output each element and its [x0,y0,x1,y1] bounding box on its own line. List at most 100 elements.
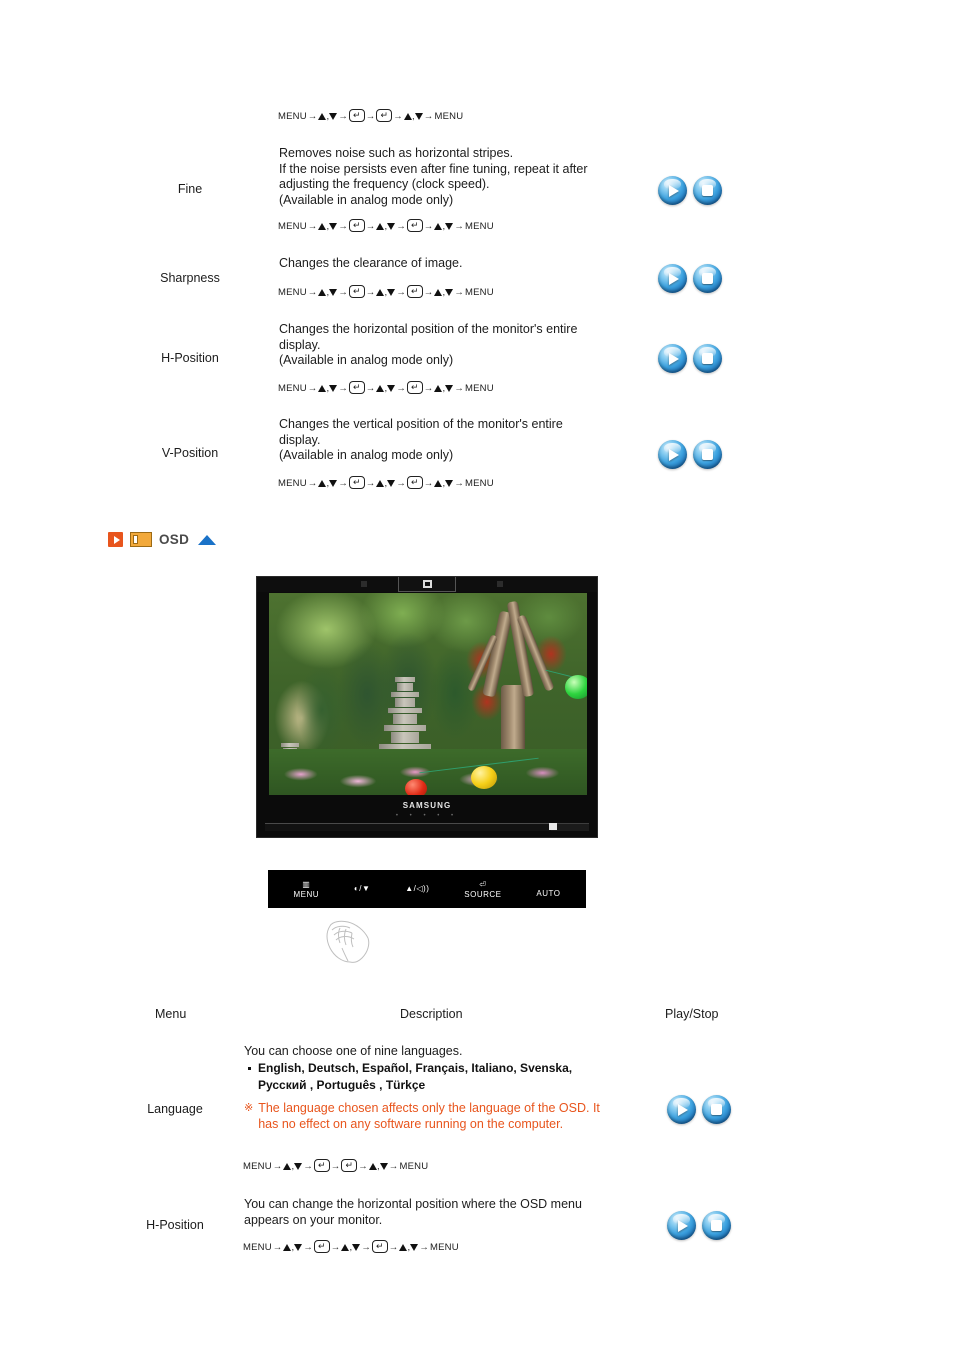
play-button[interactable] [667,1095,696,1124]
source-button[interactable]: ⏎ SOURCE [464,880,501,899]
enter-key-icon: ↵ [349,381,365,394]
row-label-v-position: V-Position [161,446,219,460]
source-enter-icon: ⏎ [479,879,487,889]
volume-up-icon: ▲/◁)) [405,884,430,893]
enter-key-icon: ↵ [349,476,365,489]
menu-button[interactable]: ▥ MENU [293,880,319,899]
go-to-top-icon[interactable] [198,534,217,545]
stop-icon [693,176,722,205]
row-label-h-position: H-Position [161,351,219,365]
play-stop-controls-language [667,1095,731,1124]
brightness-down-icon: ◐/▼ [353,884,371,893]
lantern-red [405,779,427,795]
brightness-down-button[interactable]: ◐/▼ [354,884,370,894]
play-stop-controls-osd-h-position [667,1211,731,1240]
stop-button[interactable] [693,176,722,205]
nav-menu-label: MENU [243,1161,272,1172]
play-icon [658,440,687,469]
stop-button[interactable] [693,264,722,293]
nav-menu-label: MENU [465,383,494,394]
arrow-down-icon [414,113,423,120]
language-warning: ※ The language chosen affects only the l… [244,1101,644,1132]
play-icon [658,344,687,373]
nav-menu-label: MENU [278,221,307,232]
table-header-menu: Menu [155,1007,187,1021]
monitor-brand-logo: SAMSUNG [402,801,452,810]
stop-icon [693,264,722,293]
volume-up-button[interactable]: ▲/◁)) [405,884,429,894]
nav-menu-label: MENU [278,111,307,122]
nav-sequence-v-position: MENU→, → ↵ →, → ↵ →, →MENU [278,476,494,489]
nav-menu-label: MENU [465,287,494,298]
stop-icon [693,344,722,373]
enter-key-icon: ↵ [349,109,365,122]
row-description-sharpness: Changes the clearance of image. [279,256,463,270]
play-button[interactable] [667,1211,696,1240]
enter-key-icon: ↵ [341,1159,358,1172]
enter-key-icon: ↵ [407,381,423,394]
osd-section-title: OSD [159,532,190,547]
screen-photo [269,593,587,795]
nav-sequence-lead: MENU→, → ↵ → ↵ →, →MENU [278,109,464,122]
table-header-description: Description [400,1007,463,1021]
nav-menu-label: MENU [243,1242,272,1253]
enter-key-icon: ↵ [407,285,423,298]
arrow-up-icon [368,1163,377,1170]
play-stop-controls-v-position [658,440,722,469]
play-icon [658,264,687,293]
bullet-icon [248,1067,251,1070]
nav-menu-label: MENU [465,221,494,232]
nav-sequence-sharpness: MENU→, → ↵ →, → ↵ →, →MENU [278,285,494,298]
stop-button[interactable] [702,1095,731,1124]
nav-sequence-osd-h-position: MENU→, → ↵ →, → ↵ →, →MENU [243,1240,459,1253]
source-button-label: SOURCE [464,889,502,899]
reference-mark-icon: ※ [244,1102,254,1114]
menu-grid-icon: ▥ [302,879,311,889]
stop-icon [693,440,722,469]
stop-button[interactable] [702,1211,731,1240]
row-description-osd-h-position: You can change the horizontal position w… [244,1197,582,1227]
monitor-screen [269,593,587,795]
language-warning-text: The language chosen affects only the lan… [258,1101,600,1131]
lantern-yellow [471,766,497,789]
monitor-control-strip: ▥ MENU ◐/▼ ▲/◁)) ⏎ SOURCE AUTO [268,870,586,908]
enter-key-icon: ↵ [349,219,365,232]
row-label-language: Language [147,1102,203,1116]
row-intro-language: You can choose one of nine languages. [244,1044,463,1058]
enter-key-icon: ↵ [314,1240,330,1253]
monitor-sensor-left [361,581,367,587]
monitor-power-indicator [398,577,456,592]
row-description-h-position: Changes the horizontal position of the m… [279,322,578,367]
nav-sequence-fine: MENU→, → ↵ →, → ↵ →, →MENU [278,219,494,232]
monitor-illustration: SAMSUNG • • • • • [256,576,598,838]
enter-key-icon: ↵ [349,285,365,298]
menu-button-label: MENU [293,889,319,899]
play-button[interactable] [658,176,687,205]
stop-button[interactable] [693,440,722,469]
row-label-sharpness: Sharpness [160,271,220,285]
osd-panel-icon [130,532,152,547]
play-button[interactable] [658,344,687,373]
monitor-button-dots: • • • • • [395,813,459,819]
row-label-fine: Fine [177,182,203,196]
enter-key-icon: ↵ [407,476,423,489]
play-icon [667,1211,696,1240]
play-button[interactable] [658,264,687,293]
stop-button[interactable] [693,344,722,373]
nav-menu-label: MENU [465,478,494,489]
row-label-osd-h-position: H-Position [146,1218,204,1232]
arrow-up-icon [403,113,412,120]
row-description-v-position: Changes the vertical position of the mon… [279,417,563,462]
play-arrow-icon [108,532,123,547]
play-button[interactable] [658,440,687,469]
play-stop-controls-h-position [658,344,722,373]
nav-menu-label: MENU [278,383,307,394]
play-stop-controls-fine [658,176,722,205]
monitor-base-front [265,823,551,831]
auto-button-label: AUTO [536,889,561,898]
auto-button[interactable]: AUTO [536,880,560,898]
nav-menu-label: MENU [278,287,307,298]
row-description-fine: Removes noise such as horizontal stripes… [279,146,588,207]
stop-icon [702,1211,731,1240]
arrow-down-icon [379,1163,388,1170]
